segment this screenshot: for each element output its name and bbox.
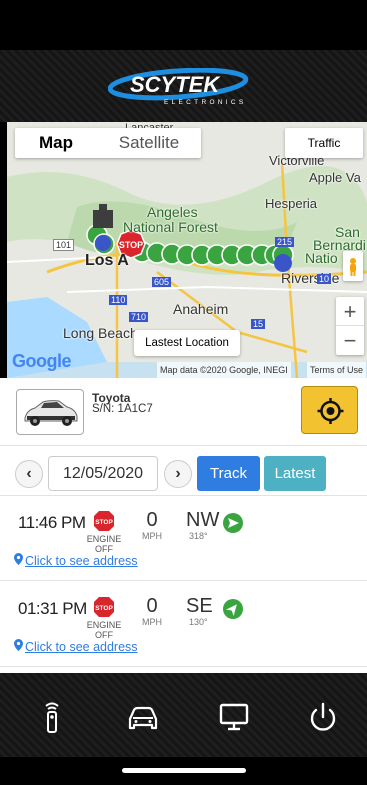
car-icon[interactable] bbox=[125, 701, 161, 733]
label-hwy-215: 215 bbox=[275, 237, 295, 247]
date-field[interactable]: 12/05/2020 bbox=[48, 456, 158, 491]
label-hwy-101: 101 bbox=[53, 239, 75, 251]
label-apple-valley: Apple Va bbox=[309, 170, 361, 185]
power-icon[interactable] bbox=[305, 701, 341, 733]
svg-text:STOP: STOP bbox=[95, 605, 113, 612]
logo-text: SCYTEK bbox=[130, 72, 221, 97]
zoom-out-button[interactable]: − bbox=[336, 326, 364, 355]
remote-icon[interactable] bbox=[34, 701, 70, 733]
event-speed: 0 bbox=[146, 595, 158, 617]
event-heading: 130° bbox=[189, 617, 208, 627]
label-hwy-15: 15 bbox=[251, 319, 266, 329]
event-row: 01:31 PM STOP ENGINE OFF 0 MPH SE 130° C… bbox=[0, 582, 367, 667]
stop-icon: STOP bbox=[94, 511, 114, 531]
zoom-control: + − bbox=[336, 297, 364, 355]
speed-unit: MPH bbox=[142, 617, 162, 627]
label-hesperia: Hesperia bbox=[265, 196, 318, 211]
label-national-forest: National Forest bbox=[123, 219, 218, 235]
map-type-map-button[interactable]: Map bbox=[15, 128, 97, 158]
google-logo: Google bbox=[12, 351, 72, 371]
home-indicator[interactable] bbox=[122, 768, 246, 773]
event-row: 11:46 PM STOP ENGINE OFF 0 MPH NW 318° C… bbox=[0, 496, 367, 581]
address-link[interactable]: Click to see address bbox=[14, 553, 138, 568]
status-bar bbox=[0, 0, 367, 50]
event-speed: 0 bbox=[146, 509, 158, 531]
label-hwy-710: 710 bbox=[129, 312, 149, 322]
monitor-icon[interactable] bbox=[216, 701, 252, 733]
event-direction: SE bbox=[186, 595, 213, 617]
map-attribution: Map data ©2020 Google, INEGI bbox=[157, 362, 291, 378]
scytek-logo: SCYTEK ELECTRONICS bbox=[108, 68, 249, 106]
locate-button[interactable] bbox=[301, 386, 358, 434]
event-time: 11:46 PM bbox=[18, 513, 86, 532]
event-direction: NW bbox=[186, 509, 220, 531]
event-heading: 318° bbox=[189, 531, 208, 541]
pegman-icon[interactable] bbox=[343, 251, 363, 281]
map-type-control: Map Satellite bbox=[15, 128, 201, 158]
prev-date-button[interactable]: ‹ bbox=[15, 460, 43, 488]
bottom-navigation bbox=[0, 673, 367, 757]
date-navigation: ‹ 12/05/2020 › Track Latest bbox=[0, 446, 367, 496]
vehicle-thumbnail bbox=[16, 389, 84, 435]
map-view[interactable]: STOP Lancaster Palmdale Victorville Appl… bbox=[7, 122, 367, 378]
traffic-button[interactable]: Traffic bbox=[285, 128, 363, 158]
address-link[interactable]: Click to see address bbox=[14, 639, 138, 654]
latest-location-tooltip[interactable]: Lastest Location bbox=[134, 330, 240, 356]
stop-icon: STOP bbox=[94, 597, 114, 617]
label-angeles: Angeles bbox=[147, 204, 198, 220]
zoom-in-button[interactable]: + bbox=[336, 297, 364, 326]
app-header: SCYTEK ELECTRONICS bbox=[0, 50, 367, 122]
logo-subtext: ELECTRONICS bbox=[164, 99, 247, 106]
label-hwy-605: 605 bbox=[152, 277, 172, 287]
label-hwy-10: 10 bbox=[317, 274, 332, 284]
label-anaheim: Anaheim bbox=[173, 301, 229, 317]
engine-status: ENGINE OFF bbox=[86, 534, 122, 554]
content-panel: Toyota S/N: 1A1C7 ‹ 12/05/2020 › Track L… bbox=[0, 378, 367, 673]
speed-unit: MPH bbox=[142, 531, 162, 541]
direction-arrow-icon bbox=[223, 513, 243, 533]
terms-of-use-link[interactable]: Terms of Use bbox=[307, 362, 367, 378]
label-los-angeles: Los A bbox=[85, 252, 129, 269]
direction-arrow-icon bbox=[223, 599, 243, 619]
map-type-satellite-button[interactable]: Satellite bbox=[97, 128, 201, 158]
svg-text:STOP: STOP bbox=[95, 519, 113, 526]
event-time: 01:31 PM bbox=[18, 599, 87, 618]
car-image bbox=[24, 400, 78, 426]
crosshair-icon bbox=[317, 398, 344, 424]
vehicle-row: Toyota S/N: 1A1C7 bbox=[0, 378, 367, 446]
next-date-button[interactable]: › bbox=[164, 460, 192, 488]
label-nation: Natio bbox=[305, 250, 338, 266]
label-long-beach: Long Beach bbox=[63, 325, 138, 341]
location-pin-icon bbox=[14, 553, 23, 565]
location-pin-icon bbox=[14, 639, 23, 651]
home-bar bbox=[0, 757, 367, 785]
engine-status: ENGINE OFF bbox=[86, 620, 122, 640]
svg-text:STOP: STOP bbox=[119, 240, 143, 250]
latest-button[interactable]: Latest bbox=[264, 456, 326, 491]
vehicle-serial: S/N: 1A1C7 bbox=[92, 403, 153, 415]
track-button[interactable]: Track bbox=[197, 456, 260, 491]
label-hwy-110: 110 bbox=[109, 295, 128, 305]
